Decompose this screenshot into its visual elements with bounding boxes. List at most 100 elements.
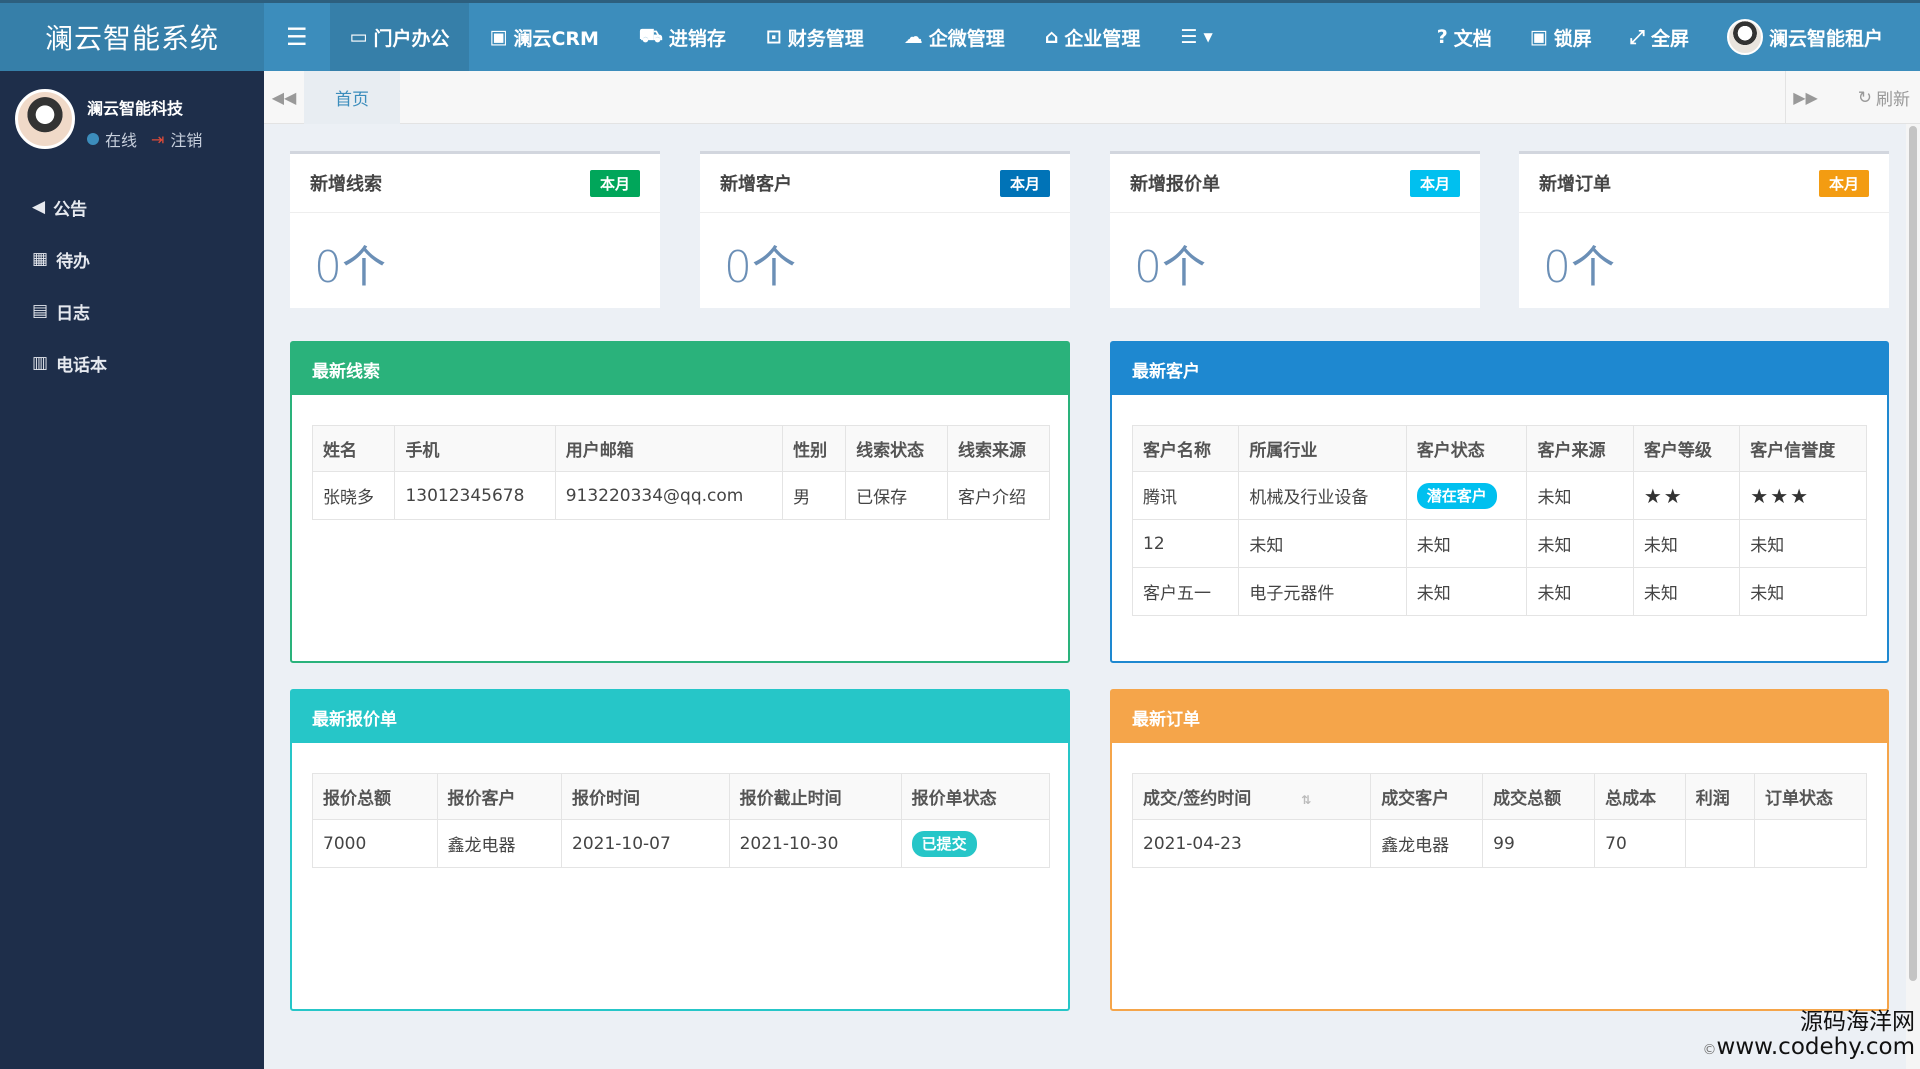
cell [1684, 819, 1755, 868]
online-status-icon [87, 133, 99, 145]
col-header-sortable[interactable]: 成交/签约时间 ⇅ [1131, 773, 1372, 820]
col-header: 用户邮箱 [554, 425, 784, 472]
table-row[interactable]: 客户五一 电子元器件 未知 未知 未知 未知 [1131, 567, 1867, 616]
nav-enterprise[interactable]: ⌂ 企业管理 [1025, 3, 1161, 71]
col-header: 姓名 [311, 425, 396, 472]
bank-icon: ⌂ [1044, 26, 1059, 48]
stat-title: 新增客户 [720, 174, 792, 195]
stat-value: 0个 [1134, 242, 1206, 293]
col-header: 客户状态 [1405, 425, 1528, 472]
stat-title: 新增线索 [310, 174, 382, 195]
refresh-button[interactable]: ↻ 刷新 [1858, 71, 1910, 124]
tab-bar: ◀◀ 首页 ▶▶ ↻ 刷新 [264, 71, 1920, 124]
sidebar-item-phonebook[interactable]: ▥ 电话本 [0, 337, 264, 389]
tab-home[interactable]: 首页 [304, 71, 400, 124]
cell: 未知 [1526, 471, 1634, 520]
sidebar-item-log[interactable]: ▤ 日志 [0, 285, 264, 337]
sidebar-item-todo[interactable]: ▦ 待办 [0, 233, 264, 285]
col-header: 订单状态 [1753, 773, 1868, 820]
brand-logo[interactable]: 澜云智能系统 [0, 3, 264, 71]
col-header: 报价单状态 [900, 773, 1051, 820]
sidebar-item-announcement[interactable]: ◀ 公告 [0, 181, 264, 233]
table-row[interactable]: 2021-04-23 鑫龙电器 99 70 [1131, 819, 1868, 868]
stat-value: 0个 [724, 242, 796, 293]
nav-crm[interactable]: ▣ 澜云CRM [469, 3, 618, 71]
sign-out-icon: ⇥ [151, 129, 165, 149]
cloud-icon: ☁ [903, 26, 923, 48]
caret-down-icon: ▼ [1203, 30, 1213, 44]
sidebar-menu: ◀ 公告 ▦ 待办 ▤ 日志 ▥ 电话本 [0, 181, 264, 389]
nav-portal-office[interactable]: ▭ 门户办公 [329, 3, 470, 71]
rating-stars: ★★ [1632, 471, 1741, 520]
list-icon: ☰ [1180, 26, 1198, 48]
status-badge: 潜在客户 [1416, 483, 1497, 509]
cell: 未知 [1739, 519, 1867, 568]
cell: 2021-10-30 [728, 819, 902, 868]
scrollbar-thumb[interactable] [1909, 126, 1917, 981]
page-scrollbar[interactable] [1906, 124, 1920, 1069]
table-row[interactable]: 张晓多 13012345678 913220334@qq.com 男 已保存 客… [311, 471, 1050, 520]
address-book-icon: ▥ [32, 353, 49, 373]
stat-value: 0个 [1543, 242, 1615, 293]
cell: 男 [782, 471, 847, 520]
shopping-bag-icon: ⛟ [638, 24, 663, 47]
cell: 电子元器件 [1238, 567, 1407, 616]
col-header: 报价总额 [312, 773, 438, 820]
cell: 未知 [1238, 519, 1407, 568]
contact-book-icon: ▣ [489, 26, 508, 48]
status-text: 在线 [105, 131, 138, 150]
nav-finance[interactable]: ⊡ 财务管理 [746, 3, 884, 71]
nav-inventory[interactable]: ⛟ 进销存 [619, 3, 746, 71]
user-panel: 澜云智能科技 在线 ⇥ 注销 [15, 89, 202, 151]
cell: 张晓多 [311, 471, 396, 520]
right-nav: ? 文档 ▣ 锁屏 ⤢ 全屏 澜云智能租户 [1418, 3, 1902, 71]
col-header: 客户信誉度 [1739, 425, 1867, 472]
panel-latest-orders: 最新订单 成交/签约时间 ⇅ 成交客户 成交总额 总成本 利润 订单状态 2021… [1110, 689, 1889, 1011]
col-header: 成交总额 [1482, 773, 1596, 820]
panel-title: 最新订单 [1112, 691, 1887, 743]
tenant-menu[interactable]: 澜云智能租户 [1708, 19, 1902, 55]
logout-link[interactable]: 注销 [170, 127, 202, 151]
tab-scroll-left-icon[interactable]: ◀◀ [264, 71, 304, 124]
refresh-icon: ↻ [1857, 87, 1872, 108]
cell: 2021-10-07 [561, 819, 730, 868]
sidebar: 澜云智能科技 在线 ⇥ 注销 ◀ 公告 ▦ 待办 ▤ 日志 ▥ 电话本 [0, 71, 264, 1069]
nav-docs[interactable]: ? 文档 [1418, 24, 1511, 51]
top-navbar: 澜云智能系统 ☰ ▭ 门户办公 ▣ 澜云CRM ⛟ 进销存 ⊡ 财务管理 ☁ 企微管理 ⌂… [0, 0, 1920, 71]
nav-fullscreen[interactable]: ⤢ 全屏 [1611, 24, 1708, 51]
period-badge: 本月 [1409, 169, 1460, 197]
cell: 未知 [1405, 519, 1528, 568]
sidebar-toggle-icon[interactable]: ☰ [264, 3, 330, 71]
panel-latest-quotes: 最新报价单 报价总额 报价客户 报价时间 报价截止时间 报价单状态 7000 鑫… [290, 689, 1070, 1011]
table-row[interactable]: 7000 鑫龙电器 2021-10-07 2021-10-30 已提交 [312, 819, 1051, 868]
panel-title: 最新线索 [292, 343, 1068, 395]
cell: 鑫龙电器 [1370, 819, 1484, 868]
leads-table: 姓名 手机 用户邮箱 性别 线索状态 线索来源 张晓多 13012345678 … [311, 425, 1050, 520]
nav-wecom[interactable]: ☁ 企微管理 [884, 3, 1025, 71]
cell: 客户介绍 [947, 471, 1050, 520]
laptop-icon: ▭ [349, 26, 368, 48]
user-name: 澜云智能科技 [87, 99, 184, 118]
nav-lock-screen[interactable]: ▣ 锁屏 [1511, 24, 1611, 51]
table-row[interactable]: 12 未知 未知 未知 未知 未知 [1131, 519, 1867, 568]
period-badge: 本月 [1818, 169, 1869, 197]
period-badge: 本月 [999, 169, 1050, 197]
rating-stars: ★★★ [1739, 471, 1867, 520]
cell: 12 [1131, 519, 1240, 568]
cell [1753, 819, 1868, 868]
stat-box-new-customers: 新增客户 本月 0个 [700, 151, 1070, 308]
cell: 腾讯 [1131, 471, 1240, 520]
col-header: 线索来源 [947, 425, 1050, 472]
table-row[interactable]: 腾讯 机械及行业设备 潜在客户 未知 ★★ ★★★ [1131, 471, 1867, 520]
period-badge: 本月 [589, 169, 640, 197]
cell: 未知 [1405, 567, 1528, 616]
nav-more-dropdown[interactable]: ☰ ▼ [1160, 3, 1232, 71]
cell: 机械及行业设备 [1238, 471, 1407, 520]
main-nav: ☰ ▭ 门户办公 ▣ 澜云CRM ⛟ 进销存 ⊡ 财务管理 ☁ 企微管理 ⌂ 企业管理 ☰ ▼ [264, 3, 1233, 71]
col-header: 线索状态 [845, 425, 949, 472]
col-header: 报价时间 [561, 773, 730, 820]
question-circle-icon: ? [1436, 26, 1448, 48]
cell: 70 [1594, 819, 1686, 868]
money-icon: ⊡ [765, 26, 782, 48]
tab-scroll-right-icon[interactable]: ▶▶ [1785, 71, 1825, 124]
